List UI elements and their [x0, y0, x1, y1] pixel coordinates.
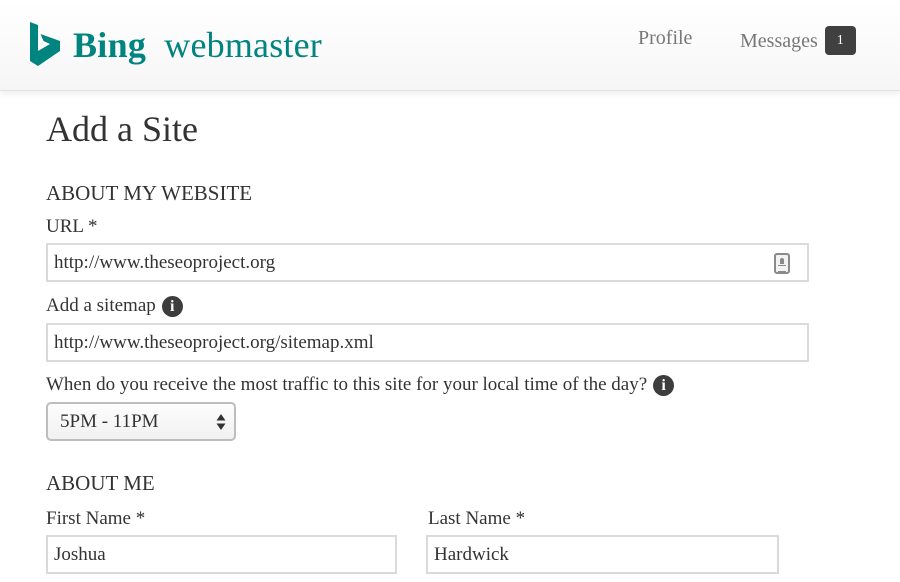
- traffic-time-select[interactable]: 5PM - 11PM: [46, 402, 236, 441]
- last-name-input[interactable]: [426, 535, 779, 574]
- messages-count-badge: 1: [824, 26, 856, 55]
- sitemap-input[interactable]: [46, 323, 809, 362]
- contact-card-icon[interactable]: [774, 253, 790, 274]
- about-me-heading: ABOUT ME: [46, 471, 155, 495]
- sitemap-label-row: Add a sitemap i: [46, 295, 183, 317]
- logo-bing-text: Bing: [73, 25, 147, 65]
- traffic-time-selected-value: 5PM - 11PM: [60, 411, 159, 432]
- top-header: Bing webmaster Profile Messages 1: [0, 0, 900, 91]
- traffic-time-info-icon[interactable]: i: [653, 374, 675, 396]
- sitemap-label: Add a sitemap: [46, 295, 156, 316]
- logo-webmaster-text: webmaster: [164, 25, 322, 65]
- messages-label: Messages: [740, 29, 818, 52]
- last-name-label: Last Name *: [428, 508, 526, 529]
- first-name-input[interactable]: [46, 535, 397, 574]
- about-website-heading: ABOUT MY WEBSITE: [46, 181, 253, 205]
- traffic-time-label-row: When do you receive the most traffic to …: [46, 374, 675, 396]
- nav-messages-link[interactable]: Messages 1: [740, 26, 856, 55]
- url-input[interactable]: [46, 243, 809, 282]
- sitemap-info-icon[interactable]: i: [161, 295, 183, 317]
- traffic-time-label: When do you receive the most traffic to …: [46, 374, 648, 395]
- url-label: URL *: [46, 216, 98, 237]
- bing-logo-icon: [30, 22, 60, 66]
- page-title: Add a Site: [46, 109, 198, 149]
- first-name-label: First Name *: [46, 508, 146, 529]
- bing-webmaster-logo[interactable]: Bing webmaster: [29, 22, 322, 68]
- nav-profile-link[interactable]: Profile: [638, 27, 692, 50]
- select-arrows-icon: [216, 414, 226, 430]
